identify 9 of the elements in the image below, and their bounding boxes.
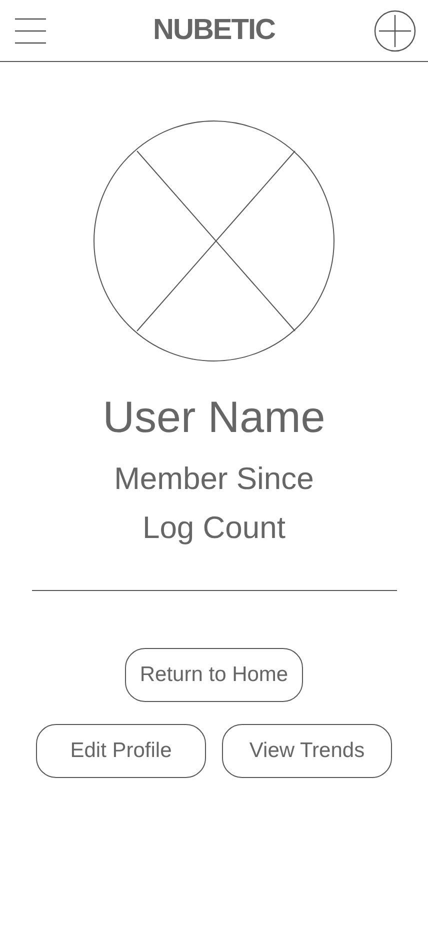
app-title: NUBETIC bbox=[153, 12, 275, 48]
user-name: User Name bbox=[102, 392, 326, 444]
action-button[interactable]: View Trends bbox=[222, 724, 392, 778]
profile-detail: Member Since bbox=[114, 460, 314, 498]
profile-detail: Log Count bbox=[142, 509, 286, 547]
menu-icon[interactable] bbox=[15, 18, 46, 44]
add-icon[interactable] bbox=[374, 10, 416, 52]
action-button[interactable]: Return to Home bbox=[125, 648, 303, 702]
action-button[interactable]: Edit Profile bbox=[36, 724, 206, 778]
